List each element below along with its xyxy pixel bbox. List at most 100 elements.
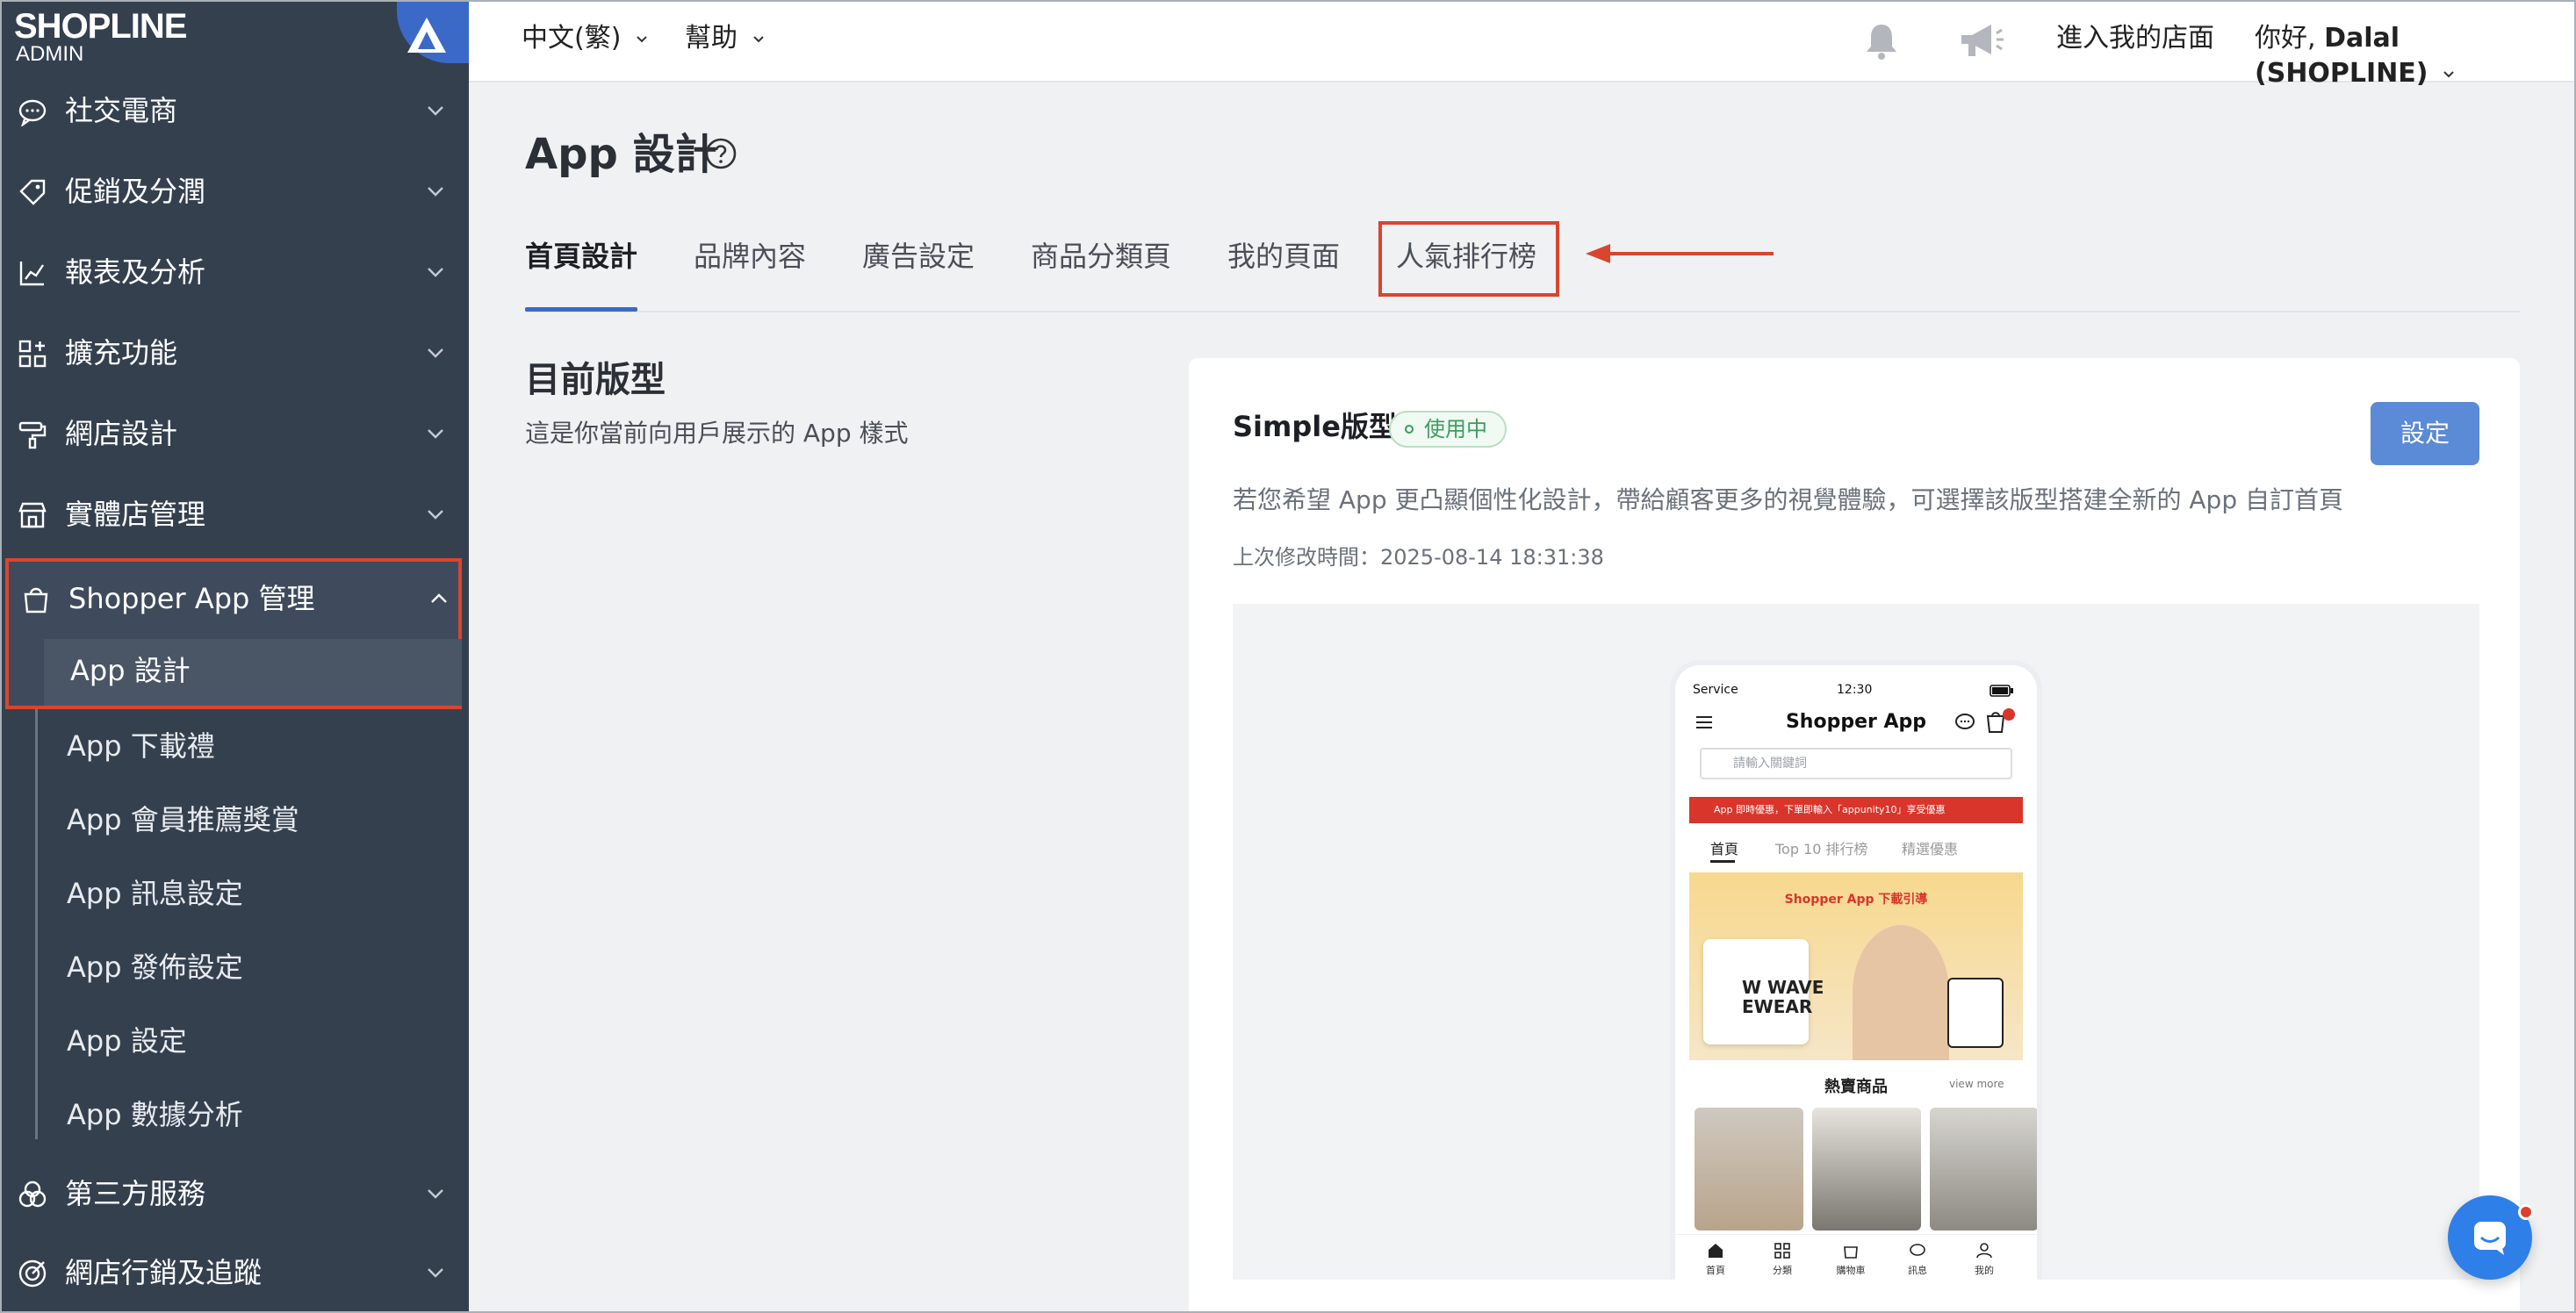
help-circle-icon[interactable] xyxy=(704,137,738,170)
template-preview: Service 12:30 Shopper App 請輸入關鍵詞 App 即時優… xyxy=(1233,604,2479,1280)
tag-icon xyxy=(19,179,46,205)
bell-icon[interactable] xyxy=(1861,21,1902,61)
phone-search-bar: 請輸入關鍵詞 xyxy=(1700,748,2012,779)
chevron-down-icon xyxy=(637,35,647,42)
shopline-logo: SHOPLINE xyxy=(14,7,187,46)
chevron-down-icon xyxy=(428,1189,443,1199)
template-name: Simple版型 xyxy=(1233,410,1397,443)
shopline-mark-icon xyxy=(407,18,446,53)
phone-nav-label: 我的 xyxy=(1975,1265,1994,1276)
settings-button[interactable]: 設定 xyxy=(2371,402,2479,465)
status-dot-icon xyxy=(1405,425,1414,434)
sidebar-item-third-party[interactable]: 第三方服務 xyxy=(0,1153,469,1234)
sidebar-subitem-app-analytics[interactable]: App 數據分析 xyxy=(67,1097,243,1132)
greeting-label: 你好, xyxy=(2255,23,2325,54)
submenu-guide-line xyxy=(35,709,38,1139)
tab-homepage-design[interactable]: 首頁設計 xyxy=(525,237,637,276)
chevron-down-icon xyxy=(428,268,443,277)
phone-nav-label: 購物車 xyxy=(1836,1265,1866,1276)
enter-store-link[interactable]: 進入我的店面 xyxy=(2056,21,2214,56)
sidebar-subitem-app-publish[interactable]: App 發佈設定 xyxy=(67,950,243,985)
shopping-bag-icon xyxy=(24,587,48,613)
status-badge: 使用中 xyxy=(1389,411,1507,448)
topbar: 中文(繁) 幫助 進入我的店面 你好, Dalal (SHOPLINE) xyxy=(469,0,2576,89)
sidebar-item-label: 網店行銷及追蹤 xyxy=(65,1256,263,1289)
sidebar-item-label: Shopper App 管理 xyxy=(68,582,315,615)
tab-ad-settings[interactable]: 廣告設定 xyxy=(862,237,975,276)
sidebar-subitem-label: App 設計 xyxy=(70,654,191,687)
store-icon xyxy=(18,502,47,528)
megaphone-icon[interactable] xyxy=(1956,19,2005,61)
admin-label: ADMIN xyxy=(16,42,84,66)
chat-icon xyxy=(1955,714,1975,729)
tab-brand-content[interactable]: 品牌內容 xyxy=(694,237,806,276)
home-icon xyxy=(1709,1244,1723,1258)
ranking-tab-highlight xyxy=(1378,221,1559,297)
support-chat-button[interactable] xyxy=(2448,1195,2534,1280)
sidebar-item-label: 擴充功能 xyxy=(65,336,178,370)
chart-icon xyxy=(19,262,44,286)
language-dropdown[interactable]: 中文(繁) xyxy=(522,21,649,56)
sidebar-item-label: 報表及分析 xyxy=(65,255,206,289)
sidebar-subitem-app-messages[interactable]: App 訊息設定 xyxy=(67,876,243,911)
sidebar-subitem-app-download-gift[interactable]: App 下載禮 xyxy=(67,728,215,764)
annotation-arrow-icon xyxy=(1586,244,1774,263)
chevron-down-icon xyxy=(428,187,443,197)
sidebar-subitem-app-design[interactable]: App 設計 xyxy=(44,639,462,706)
circles-icon xyxy=(18,1180,47,1208)
chevron-down-icon xyxy=(428,510,443,520)
phone-app-title: Shopper App xyxy=(1785,711,1927,733)
sidebar-item-promotions[interactable]: 促銷及分潤 xyxy=(0,151,469,232)
sidebar-item-reports[interactable]: 報表及分析 xyxy=(0,232,469,312)
phone-product-card xyxy=(1930,1108,2037,1230)
phone-tab: Top 10 排行榜 xyxy=(1775,841,1868,857)
phone-hero-text: W WAVE EWEAR xyxy=(1742,977,1824,1017)
section-title: 目前版型 xyxy=(525,360,666,400)
chevron-down-icon xyxy=(2443,70,2454,77)
phone-hero-banner: Shopper App 下載引導 W WAVE EWEAR xyxy=(1689,872,2023,1060)
sidebar-item-marketing-tracking[interactable]: 網店行銷及追蹤 xyxy=(0,1232,469,1313)
chat-bubble-icon xyxy=(18,99,47,126)
phone-hero-model xyxy=(1853,925,1949,1060)
user-menu[interactable]: 你好, Dalal (SHOPLINE) xyxy=(2255,21,2576,91)
phone-hero-title: Shopper App 下載引導 xyxy=(1784,893,1928,907)
target-icon xyxy=(18,1259,47,1288)
sidebar-item-retail-store[interactable]: 實體店管理 xyxy=(0,474,469,555)
sidebar-item-label: 實體店管理 xyxy=(65,498,206,531)
sidebar-item-shopper-app[interactable]: Shopper App 管理 xyxy=(4,558,472,639)
sidebar-item-store-design[interactable]: 網店設計 xyxy=(0,393,469,474)
sidebar: SHOPLINE ADMIN 社交電商 促銷及分潤 報表及分析 擴充功能 網店設… xyxy=(0,0,469,1313)
brand-header[interactable]: SHOPLINE ADMIN xyxy=(0,0,469,72)
phone-hero-qrcode xyxy=(1947,978,2004,1048)
status-label: 使用中 xyxy=(1424,417,1487,441)
puzzle-grid-icon xyxy=(18,340,47,368)
chevron-down-icon xyxy=(428,1268,443,1278)
phone-nav-label: 首頁 xyxy=(1706,1265,1725,1276)
sidebar-item-social-commerce[interactable]: 社交電商 xyxy=(0,70,469,151)
sidebar-subitem-app-referral[interactable]: App 會員推薦獎賞 xyxy=(67,802,299,837)
phone-mockup: Service 12:30 Shopper App 請輸入關鍵詞 App 即時優… xyxy=(1675,665,2037,1280)
message-icon xyxy=(1910,1244,1925,1256)
sidebar-item-label: 第三方服務 xyxy=(65,1177,206,1210)
paint-roller-icon xyxy=(18,421,47,449)
phone-time: 12:30 xyxy=(1837,683,1873,697)
sidebar-item-label: 促銷及分潤 xyxy=(65,175,206,208)
notification-dot xyxy=(2518,1204,2534,1220)
sidebar-subitem-app-settings[interactable]: App 設定 xyxy=(67,1023,187,1058)
sidebar-item-extensions[interactable]: 擴充功能 xyxy=(0,312,469,393)
user-icon xyxy=(1976,1243,1992,1259)
cart-icon xyxy=(1986,708,2015,733)
phone-carrier: Service xyxy=(1693,683,1738,697)
help-label: 幫助 xyxy=(685,23,738,54)
chevron-down-icon xyxy=(428,348,443,358)
tab-category-page[interactable]: 商品分類頁 xyxy=(1031,237,1171,276)
phone-product-card xyxy=(1695,1108,1803,1230)
template-card: Simple版型 使用中 設定 若您希望 App 更凸顯個性化設計，帶給顧客更多… xyxy=(1189,358,2520,1313)
logo-badge xyxy=(397,0,469,63)
help-dropdown[interactable]: 幫助 xyxy=(685,21,766,56)
tab-my-page[interactable]: 我的頁面 xyxy=(1227,237,1340,276)
language-label: 中文(繁) xyxy=(522,23,622,54)
shopper-app-group-highlight: Shopper App 管理 App 設計 xyxy=(5,558,462,709)
tabs-divider xyxy=(525,311,2520,312)
sidebar-item-label: 網店設計 xyxy=(65,417,178,450)
